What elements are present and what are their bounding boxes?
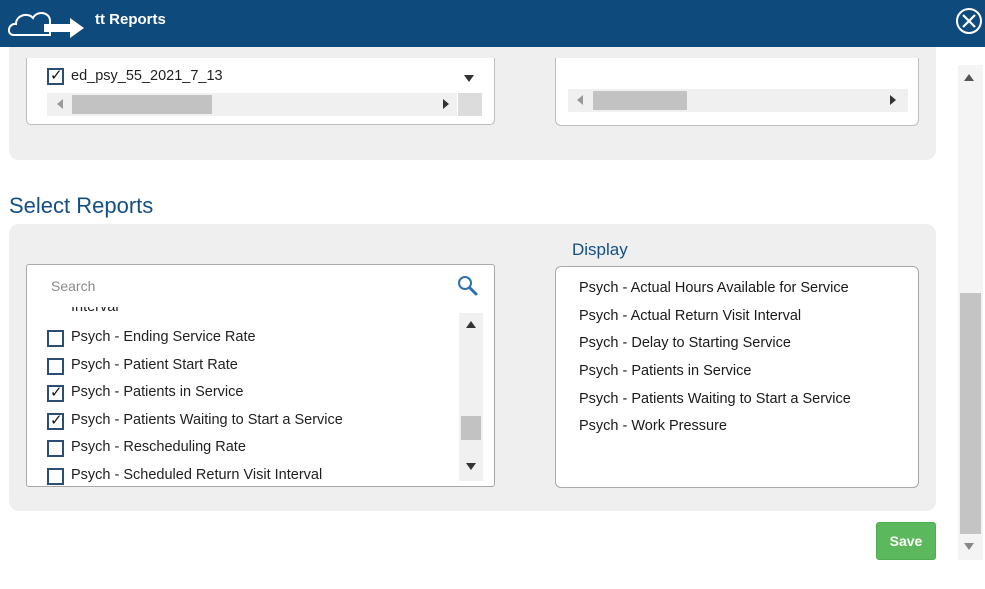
list-item[interactable]: Psych - Scheduled Return Visit Interval	[47, 466, 457, 486]
dataset-item-label: ed_psy_55_2021_7_13	[71, 68, 223, 84]
list-item-label: Psych - Patients Waiting to Start a Serv…	[71, 412, 343, 428]
display-label: Display	[572, 240, 628, 259]
display-item: Psych - Patients Waiting to Start a Serv…	[579, 391, 851, 407]
scroll-right-icon[interactable]	[443, 99, 449, 109]
report-checkbox[interactable]	[47, 357, 64, 375]
reports-list-box: Interval Psych - Ending Service Rate Psy…	[26, 264, 495, 487]
display-hscrollbar[interactable]	[568, 89, 908, 112]
list-item-label: Psych - Ending Service Rate	[71, 329, 256, 345]
scroll-down-icon[interactable]	[466, 463, 476, 470]
list-item[interactable]: Psych - Rescheduling Rate	[47, 438, 457, 462]
scroll-left-icon[interactable]	[577, 95, 583, 105]
scroll-right-icon[interactable]	[890, 95, 896, 105]
display-item: Psych - Patients in Service	[579, 363, 752, 379]
display-list-box: Psych - Actual Hours Available for Servi…	[555, 266, 919, 488]
list-item-label: Psych - Rescheduling Rate	[71, 439, 246, 455]
close-icon[interactable]	[955, 7, 983, 35]
checkmark-icon: ✓	[50, 66, 63, 84]
report-checkbox[interactable]: ✓	[47, 383, 64, 402]
section-title: Select Reports	[9, 193, 154, 218]
scroll-down-icon[interactable]	[964, 543, 974, 550]
display-item: Psych - Actual Return Visit Interval	[579, 308, 802, 324]
list-item[interactable]: ✓ Psych - Patients in Service	[47, 383, 457, 407]
dataset-list-box: ✓ ed_psy_55_2021_7_13	[26, 58, 495, 125]
search-icon[interactable]	[457, 275, 479, 297]
page-scrollbar[interactable]	[958, 65, 983, 560]
display-item: Psych - Actual Hours Available for Servi…	[579, 280, 849, 296]
dataset-checkbox[interactable]: ✓	[47, 66, 64, 85]
dataset-hscroll-thumb[interactable]	[72, 95, 212, 114]
list-item[interactable]: Psych - Ending Service Rate	[47, 328, 457, 352]
report-checkbox[interactable]	[47, 330, 64, 347]
search-input[interactable]	[51, 275, 451, 297]
list-item-label: Psych - Patients in Service	[71, 384, 244, 400]
save-button[interactable]: Save	[876, 522, 936, 560]
checkmark-icon: ✓	[50, 383, 63, 401]
display-hscroll-thumb[interactable]	[593, 91, 687, 110]
reports-scroll-thumb[interactable]	[461, 416, 481, 440]
cloud-arrow-logo	[8, 12, 84, 38]
list-item[interactable]: Psych - Patient Start Rate	[47, 356, 457, 380]
report-checkbox[interactable]	[47, 468, 64, 485]
dataset-hscrollbar[interactable]	[47, 93, 457, 116]
scroll-up-icon[interactable]	[466, 321, 476, 328]
reports-list-scrollbar[interactable]	[459, 313, 483, 481]
display-item: Psych - Work Pressure	[579, 418, 727, 434]
display-item: Psych - Delay to Starting Service	[579, 335, 791, 351]
report-checkbox[interactable]: ✓	[47, 411, 64, 430]
list-item-label: Psych - Scheduled Return Visit Interval	[71, 467, 323, 483]
list-item[interactable]: Interval	[47, 307, 457, 322]
list-scroll-down-icon[interactable]	[464, 75, 474, 82]
list-item[interactable]: ✓ Psych - Patients Waiting to Start a Se…	[47, 411, 457, 435]
list-item-label: Psych - Patient Start Rate	[71, 356, 238, 373]
scroll-up-icon[interactable]	[964, 74, 974, 81]
app-header: tt Reports	[0, 0, 985, 47]
app-title: tt Reports	[95, 11, 166, 28]
list-item-label: Interval	[71, 307, 119, 315]
reports-list: Interval Psych - Ending Service Rate Psy…	[27, 307, 459, 486]
dataset-display-box	[555, 58, 919, 126]
report-checkbox[interactable]	[47, 440, 64, 457]
page-scrollbar-thumb[interactable]	[960, 293, 981, 534]
checkmark-icon: ✓	[50, 411, 63, 429]
scrollbar-corner	[458, 93, 482, 116]
scroll-left-icon[interactable]	[57, 99, 63, 109]
